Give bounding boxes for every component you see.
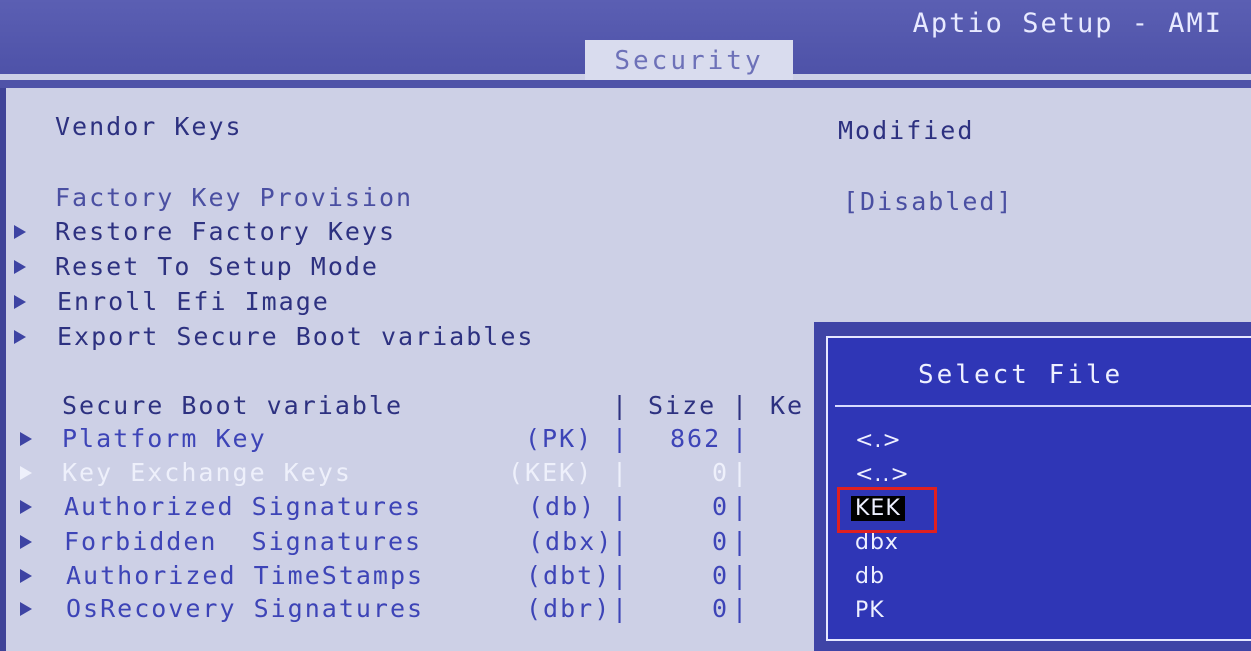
submenu-arrow-icon xyxy=(20,535,32,549)
factory-key-provision-label[interactable]: Factory Key Provision xyxy=(55,183,413,212)
table-column-separator: | xyxy=(732,424,750,453)
table-row-short: (KEK) xyxy=(508,458,594,487)
table-row-name[interactable]: Authorized TimeStamps xyxy=(66,561,424,590)
selection-highlight-box xyxy=(837,487,937,533)
table-row-short: (dbx) xyxy=(528,527,614,556)
table-column-separator: | xyxy=(612,391,647,420)
table-row-size: 0 xyxy=(712,527,730,556)
submenu-arrow-icon xyxy=(14,295,26,309)
table-column-separator: | xyxy=(732,458,750,487)
submenu-arrow-icon xyxy=(20,602,32,616)
submenu-arrow-icon xyxy=(20,569,32,583)
submenu-arrow-icon xyxy=(14,260,26,274)
vendor-keys-label: Vendor Keys xyxy=(55,112,243,141)
table-row-name[interactable]: Key Exchange Keys xyxy=(62,458,352,487)
table-column-separator: | xyxy=(612,492,630,521)
tab-security[interactable]: Security xyxy=(585,40,793,80)
table-row-short: (PK) xyxy=(525,424,594,453)
file-item-dbx[interactable]: dbx xyxy=(855,530,899,555)
select-file-title: Select File xyxy=(918,360,1124,390)
vendor-keys-value: Modified xyxy=(838,116,975,145)
select-file-divider xyxy=(835,405,1251,407)
table-row-name[interactable]: OsRecovery Signatures xyxy=(66,594,424,623)
left-border xyxy=(0,88,6,651)
file-item-pk[interactable]: PK xyxy=(855,598,885,623)
table-column-separator: | xyxy=(612,594,630,623)
table-row-size: 862 xyxy=(670,424,722,453)
factory-key-provision-value[interactable]: [Disabled] xyxy=(843,187,1014,216)
submenu-arrow-icon xyxy=(20,500,32,514)
table-column-separator: | xyxy=(732,594,750,623)
table-row-short: (dbr) xyxy=(526,594,612,623)
table-column-separator: | xyxy=(612,561,630,590)
file-item-current-dir[interactable]: <.> xyxy=(855,428,902,453)
file-item-db[interactable]: db xyxy=(855,564,885,589)
table-column-separator: | xyxy=(732,492,750,521)
menu-item-enroll-efi-image[interactable]: Enroll Efi Image xyxy=(57,287,330,316)
table-row-size: 0 xyxy=(712,458,730,487)
submenu-arrow-icon xyxy=(20,466,32,480)
table-row-short: (db) xyxy=(528,492,597,521)
table-column-separator: | xyxy=(612,527,630,556)
table-header-keys: Ke xyxy=(770,391,805,420)
table-column-separator: | xyxy=(732,527,750,556)
table-row-size: 0 xyxy=(712,594,730,623)
file-item-parent-dir[interactable]: <..> xyxy=(855,462,910,487)
table-header-size: Size xyxy=(648,391,717,420)
bios-screen: Aptio Setup - AMI Security Vendor Keys M… xyxy=(0,0,1251,651)
menu-item-export-secure-boot-variables[interactable]: Export Secure Boot variables xyxy=(57,322,534,351)
table-header-variable: Secure Boot variable xyxy=(62,391,404,420)
table-row-name[interactable]: Authorized Signatures xyxy=(64,492,422,521)
menu-item-restore-factory-keys[interactable]: Restore Factory Keys xyxy=(55,217,396,246)
header-divider xyxy=(0,80,1251,88)
table-column-separator: | xyxy=(612,458,630,487)
submenu-arrow-icon xyxy=(14,330,26,344)
table-row-name[interactable]: Platform Key xyxy=(62,424,267,453)
table-column-separator: | xyxy=(732,561,750,590)
submenu-arrow-icon xyxy=(20,432,32,446)
table-column-separator: | xyxy=(732,391,750,420)
submenu-arrow-icon xyxy=(14,225,26,239)
app-title: Aptio Setup - AMI xyxy=(912,8,1223,39)
table-row-size: 0 xyxy=(712,492,730,521)
table-row-name[interactable]: Forbidden Signatures xyxy=(64,527,422,556)
table-column-separator: | xyxy=(612,424,630,453)
table-row-short: (dbt) xyxy=(526,561,612,590)
table-row-size: 0 xyxy=(712,561,730,590)
menu-item-reset-to-setup-mode[interactable]: Reset To Setup Mode xyxy=(55,252,379,281)
